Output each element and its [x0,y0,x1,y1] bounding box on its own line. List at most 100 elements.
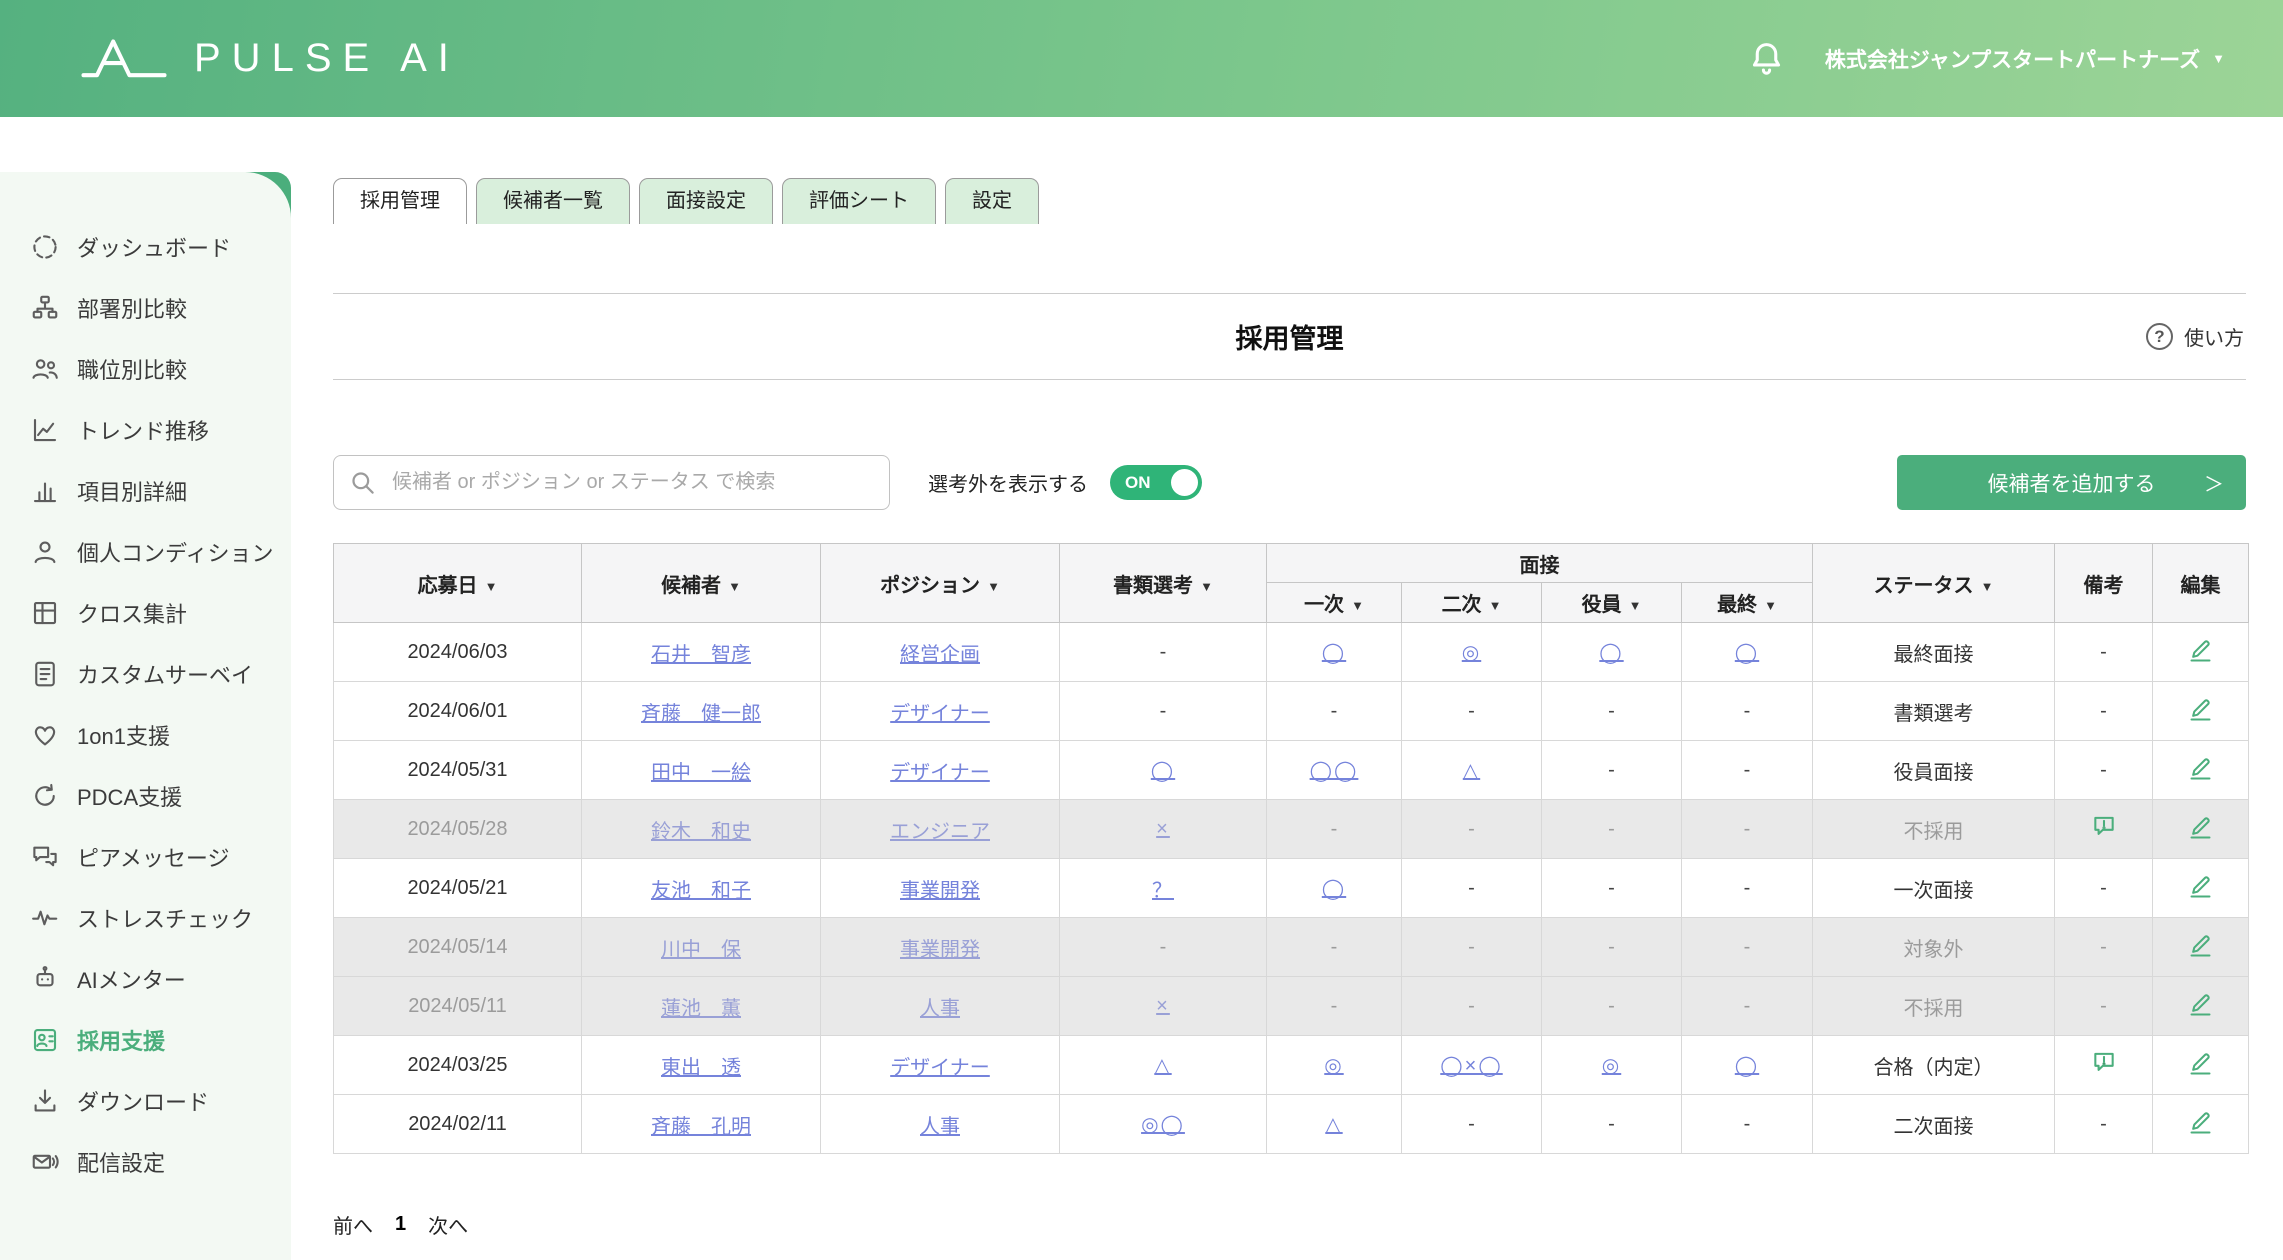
sidebar-item-stress-check[interactable]: ストレスチェック [0,887,291,948]
docs-screening-mark[interactable]: × [1156,818,1170,840]
col-header-status[interactable]: ステータス▼ [1813,544,2055,623]
sidebar-item-label: 採用支援 [77,1024,165,1056]
exec-interview-mark[interactable]: ◯ [1599,642,1623,664]
show-excluded-toggle[interactable]: ON [1110,465,1202,500]
sidebar-item-label: ストレスチェック [77,902,253,934]
sidebar-item-department-comparison[interactable]: 部署別比較 [0,277,291,338]
position-link[interactable]: デザイナー [890,762,990,784]
tab-4[interactable]: 設定 [945,178,1039,224]
docs-screening-mark[interactable]: △ [1154,1055,1171,1077]
first-interview-mark[interactable]: ◎ [1324,1055,1343,1077]
edit-pencil-icon[interactable] [2187,813,2214,840]
note-comment-icon[interactable] [2090,813,2118,839]
first-interview-mark-empty: - [1331,995,1338,1017]
first-interview-mark[interactable]: ◯ [1322,878,1346,900]
docs-screening-mark[interactable]: × [1156,995,1170,1017]
col-header-docs[interactable]: 書類選考▼ [1060,544,1267,623]
page-title: 採用管理 [1236,317,1344,356]
company-name: 株式会社ジャンプスタートパートナーズ [1825,44,2200,74]
tab-3[interactable]: 評価シート [782,178,936,224]
final-interview-mark[interactable]: ◯ [1735,1055,1759,1077]
sidebar-item-ai-mentor[interactable]: AIメンター [0,948,291,1009]
edit-pencil-icon[interactable] [2187,990,2214,1017]
sidebar-item-pdca[interactable]: PDCA支援 [0,765,291,826]
chevron-down-icon: ▼ [2212,51,2225,66]
pagination-next[interactable]: 次へ [428,1210,468,1239]
position-link[interactable]: 人事 [920,1116,960,1138]
edit-pencil-icon[interactable] [2187,695,2214,722]
exec-interview-mark[interactable]: ◎ [1602,1055,1621,1077]
sidebar-item-personal-condition[interactable]: 個人コンディション [0,521,291,582]
second-interview-mark[interactable]: ◎ [1462,642,1481,664]
edit-pencil-icon[interactable] [2187,1108,2214,1135]
position-link[interactable]: デザイナー [890,1057,990,1079]
sidebar-item-label: PDCA支援 [77,780,182,812]
sidebar-item-one-on-one[interactable]: 1on1支援 [0,704,291,765]
col-header-first-interview[interactable]: 一次▼ [1267,583,1402,623]
second-interview-mark[interactable]: ◯×◯ [1440,1055,1502,1077]
tab-2[interactable]: 面接設定 [639,178,773,224]
notification-bell-icon[interactable] [1748,40,1785,77]
first-interview-mark[interactable]: ◯ [1322,642,1346,664]
col-header-exec-interview[interactable]: 役員▼ [1542,583,1682,623]
first-interview-mark[interactable]: △ [1325,1114,1342,1136]
sidebar-item-dashboard[interactable]: ダッシュボード [0,216,291,277]
col-header-date[interactable]: 応募日▼ [334,544,582,623]
candidate-link[interactable]: 友池 和子 [651,880,751,902]
candidate-link[interactable]: 鈴木 和史 [651,821,751,843]
final-interview-mark[interactable]: ◯ [1735,642,1759,664]
sidebar-item-position-comparison[interactable]: 職位別比較 [0,338,291,399]
sidebar-item-item-detail[interactable]: 項目別詳細 [0,460,291,521]
edit-pencil-icon[interactable] [2187,872,2214,899]
candidate-link[interactable]: 川中 保 [661,939,741,961]
add-candidate-button[interactable]: 候補者を追加する ＞ [1897,455,2246,510]
position-link[interactable]: 事業開発 [900,939,980,961]
col-header-second-interview[interactable]: 二次▼ [1402,583,1542,623]
cell-application-date: 2024/02/11 [334,1095,582,1154]
edit-pencil-icon[interactable] [2187,931,2214,958]
docs-screening-mark[interactable]: ◎◯ [1141,1114,1185,1136]
position-link[interactable]: デザイナー [890,703,990,725]
col-header-candidate[interactable]: 候補者▼ [582,544,821,623]
second-interview-mark[interactable]: △ [1463,760,1480,782]
sidebar-item-recruitment-support[interactable]: 採用支援 [0,1009,291,1070]
candidate-link[interactable]: 田中 一絵 [651,762,751,784]
sidebar-item-peer-message[interactable]: ピアメッセージ [0,826,291,887]
sidebar-item-custom-survey[interactable]: カスタムサーベイ [0,643,291,704]
sidebar-item-trend[interactable]: トレンド推移 [0,399,291,460]
docs-screening-mark[interactable]: ◯ [1151,760,1175,782]
note-empty: - [2100,1113,2107,1135]
edit-pencil-icon[interactable] [2187,754,2214,781]
sidebar-item-download[interactable]: ダウンロード [0,1070,291,1131]
exec-interview-mark-empty: - [1608,759,1615,781]
sidebar-item-label: ピアメッセージ [77,841,229,873]
pagination-current-page[interactable]: 1 [395,1213,406,1236]
candidate-link[interactable]: 蓮池 薫 [661,998,741,1020]
sidebar-item-cross-tab[interactable]: クロス集計 [0,582,291,643]
col-header-position[interactable]: ポジション▼ [821,544,1060,623]
pagination-prev[interactable]: 前へ [333,1210,373,1239]
note-comment-icon[interactable] [2090,1049,2118,1075]
candidate-link[interactable]: 石井 智彦 [651,644,751,666]
tab-1[interactable]: 候補者一覧 [476,178,630,224]
candidate-link[interactable]: 斉藤 孔明 [651,1116,751,1138]
company-selector[interactable]: 株式会社ジャンプスタートパートナーズ ▼ [1825,44,2225,74]
col-header-final-interview[interactable]: 最終▼ [1682,583,1813,623]
position-link[interactable]: 経営企画 [900,644,980,666]
candidate-link[interactable]: 斉藤 健一郎 [641,703,761,725]
candidate-link[interactable]: 東出 透 [661,1057,741,1079]
edit-pencil-icon[interactable] [2187,1049,2214,1076]
sidebar-item-label: 個人コンディション [77,536,273,568]
position-link[interactable]: 人事 [920,998,960,1020]
tab-0[interactable]: 採用管理 [333,178,467,224]
sidebar-item-label: 項目別詳細 [77,475,187,507]
sidebar-item-delivery-settings[interactable]: 配信設定 [0,1131,291,1192]
edit-pencil-icon[interactable] [2187,636,2214,663]
cell-status: 書類選考 [1813,682,2055,741]
position-link[interactable]: 事業開発 [900,880,980,902]
position-link[interactable]: エンジニア [890,821,990,843]
help-link[interactable]: ? 使い方 [2146,322,2244,351]
docs-screening-mark[interactable]: ？ [1152,880,1174,902]
first-interview-mark[interactable]: ◯◯ [1310,760,1359,782]
search-input[interactable] [333,455,890,510]
